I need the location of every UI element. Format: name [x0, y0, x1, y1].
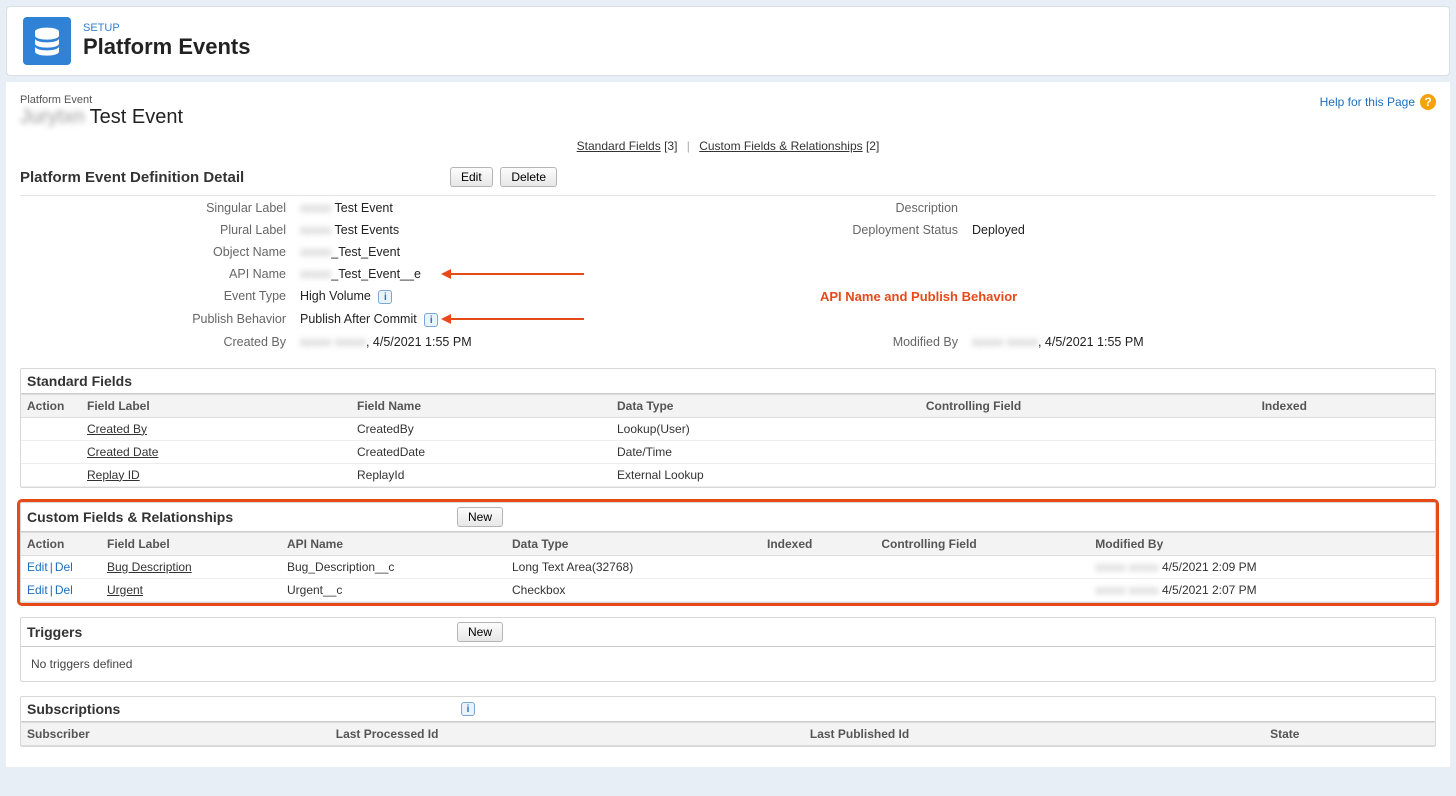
info-icon[interactable]: i	[461, 702, 475, 716]
table-row: Created ByCreatedByLookup(User)	[21, 417, 1435, 440]
annotation-callout: API Name and Publish Behavior	[820, 289, 1017, 304]
field-label-link[interactable]: Bug Description	[107, 560, 192, 574]
info-icon[interactable]: i	[378, 290, 392, 304]
delete-button[interactable]: Delete	[500, 167, 557, 187]
del-link[interactable]: Del	[55, 583, 73, 597]
subscriptions-title: Subscriptions	[27, 701, 457, 717]
field-label-link[interactable]: Replay ID	[87, 468, 140, 482]
del-link[interactable]: Del	[55, 560, 73, 574]
setup-crumb[interactable]: SETUP	[83, 22, 251, 34]
edit-button[interactable]: Edit	[450, 167, 493, 187]
new-custom-field-button[interactable]: New	[457, 507, 503, 527]
new-trigger-button[interactable]: New	[457, 622, 503, 642]
setup-header: SETUP Platform Events	[6, 6, 1450, 76]
table-row: Edit|DelUrgentUrgent__cCheckboxxxxxx xxx…	[21, 578, 1435, 601]
triggers-panel: Triggers New No triggers defined	[20, 617, 1436, 682]
custom-fields-title: Custom Fields & Relationships	[27, 509, 457, 525]
field-label-link[interactable]: Urgent	[107, 583, 143, 597]
annotation-arrow	[444, 318, 584, 320]
anchor-standard-fields[interactable]: Standard Fields	[577, 139, 661, 153]
field-label-link[interactable]: Created Date	[87, 445, 158, 459]
triggers-title: Triggers	[27, 624, 457, 640]
page-title: Platform Events	[83, 34, 251, 60]
standard-fields-title: Standard Fields	[27, 373, 457, 389]
detail-title: Platform Event Definition Detail	[20, 169, 450, 186]
help-icon: ?	[1420, 94, 1436, 110]
triggers-empty: No triggers defined	[21, 647, 1435, 681]
anchor-links: Standard Fields [3] | Custom Fields & Re…	[20, 139, 1436, 153]
field-label-link[interactable]: Created By	[87, 422, 147, 436]
help-link[interactable]: Help for this Page ?	[1320, 94, 1436, 110]
detail-table: Singular Label xxxxx Test Event Descript…	[20, 195, 1436, 354]
breadcrumb: Platform Event	[20, 94, 183, 106]
edit-link[interactable]: Edit	[27, 583, 48, 597]
anchor-custom-fields[interactable]: Custom Fields & Relationships	[699, 139, 862, 153]
subscriptions-panel: Subscriptions i Subscriber Last Processe…	[20, 696, 1436, 747]
custom-fields-panel: Custom Fields & Relationships New Action…	[20, 502, 1436, 603]
record-title: Jurytxn Test Event	[20, 106, 183, 129]
annotation-arrow	[444, 273, 584, 275]
table-row: Created DateCreatedDateDate/Time	[21, 440, 1435, 463]
standard-fields-panel: Standard Fields Action Field Label Field…	[20, 368, 1436, 488]
database-icon	[23, 17, 71, 65]
table-row: Edit|DelBug DescriptionBug_Description__…	[21, 555, 1435, 578]
edit-link[interactable]: Edit	[27, 560, 48, 574]
table-row: Replay IDReplayIdExternal Lookup	[21, 463, 1435, 486]
